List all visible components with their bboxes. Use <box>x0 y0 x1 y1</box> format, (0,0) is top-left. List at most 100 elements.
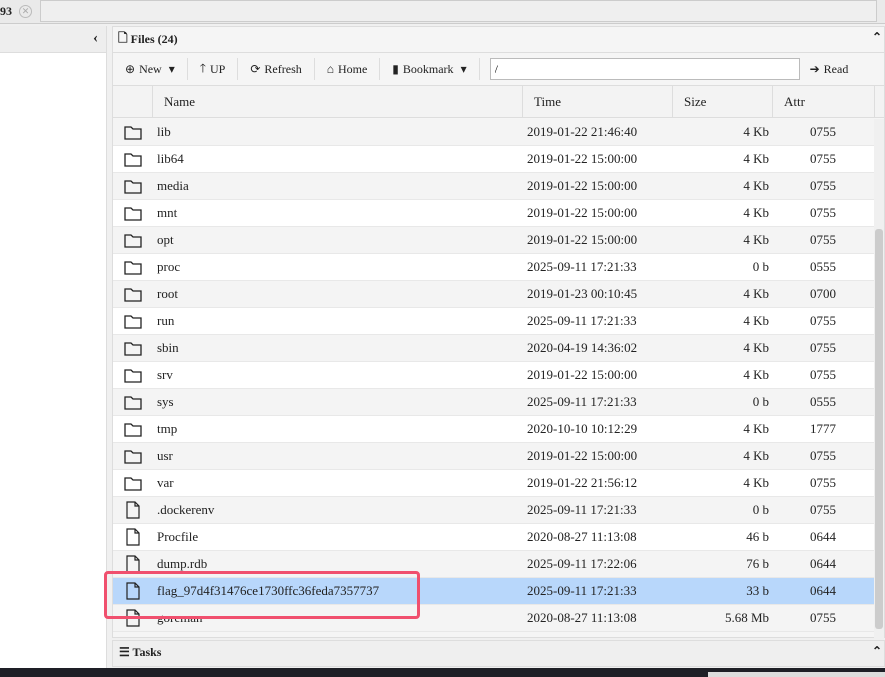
home-label: Home <box>337 61 368 76</box>
file-attr: 1777 <box>810 421 836 436</box>
plus-icon: ⊕ <box>125 61 136 76</box>
folder-icon <box>113 449 153 464</box>
file-icon <box>113 528 153 546</box>
taskbar-item[interactable] <box>708 672 885 677</box>
refresh-button[interactable]: ⟳ Refresh <box>238 58 315 80</box>
file-attr: 0644 <box>810 556 836 571</box>
collapse-icon[interactable]: ‹ <box>0 26 106 53</box>
table-row[interactable]: usr 2019-01-22 15:00:00 4 Kb 0755 <box>113 443 875 470</box>
folder-icon <box>113 341 153 356</box>
file-size: 4 Kb <box>743 232 769 247</box>
file-time: 2020-08-27 11:13:08 <box>527 610 637 625</box>
file-attr: 0644 <box>810 583 836 598</box>
table-row[interactable]: .dockerenv 2025-09-11 17:21:33 0 b 0755 <box>113 497 875 524</box>
folder-icon <box>113 422 153 437</box>
chevron-up-icon[interactable]: ⌃ <box>872 30 882 45</box>
file-size: 33 b <box>746 583 769 598</box>
file-attr: 0755 <box>810 610 836 625</box>
folder-icon <box>113 314 153 329</box>
new-button[interactable]: ⊕ New ▾ <box>113 58 188 80</box>
caret-down-icon: ▾ <box>457 61 467 76</box>
file-name: sys <box>157 394 174 409</box>
close-icon[interactable]: ✕ <box>19 5 32 18</box>
path-input[interactable] <box>489 58 800 80</box>
col-attr[interactable]: Attr <box>773 86 875 117</box>
chevron-up-icon[interactable]: ⌃ <box>872 644 882 659</box>
table-row[interactable]: sbin 2020-04-19 14:36:02 4 Kb 0755 <box>113 335 875 362</box>
arrow-up-icon: 🡑 <box>199 60 207 75</box>
table-row[interactable]: root 2019-01-23 00:10:45 4 Kb 0700 <box>113 281 875 308</box>
folder-icon <box>113 206 153 221</box>
tab-bar: 93 ✕ <box>0 0 885 24</box>
tasks-title: Tasks <box>132 645 162 659</box>
scrollbar-thumb[interactable] <box>875 229 883 629</box>
file-time: 2019-01-22 15:00:00 <box>527 367 638 382</box>
folder-icon <box>113 179 153 194</box>
file-attr: 0755 <box>810 475 836 490</box>
folder-icon <box>113 395 153 410</box>
tasks-panel[interactable]: ☰ Tasks ⌃ <box>112 640 885 667</box>
table-row[interactable]: Procfile 2020-08-27 11:13:08 46 b 0644 <box>113 524 875 551</box>
file-attr: 0755 <box>810 232 836 247</box>
file-time: 2025-09-11 17:21:33 <box>527 394 637 409</box>
file-attr: 0755 <box>810 502 836 517</box>
file-size: 4 Kb <box>743 340 769 355</box>
home-button[interactable]: ⌂ Home <box>315 58 381 80</box>
file-time: 2019-01-23 00:10:45 <box>527 286 638 301</box>
toolbar: ⊕New ▾ 🡑UP ⟳Refresh ⌂Home ▮Bookmark ▾ ➔R… <box>113 52 884 86</box>
file-name: run <box>157 313 175 328</box>
read-button[interactable]: ➔ Read <box>810 62 849 77</box>
file-size: 0 b <box>752 394 769 409</box>
file-size: 4 Kb <box>743 178 769 193</box>
file-name: root <box>157 286 178 301</box>
table-row[interactable]: media 2019-01-22 15:00:00 4 Kb 0755 <box>113 173 875 200</box>
file-time: 2020-10-10 10:12:29 <box>527 421 638 436</box>
caret-down-icon: ▾ <box>165 61 175 76</box>
table-row[interactable]: var 2019-01-22 21:56:12 4 Kb 0755 <box>113 470 875 497</box>
table-row[interactable]: run 2025-09-11 17:21:33 4 Kb 0755 <box>113 308 875 335</box>
file-attr: 0755 <box>810 340 836 355</box>
folder-icon <box>113 260 153 275</box>
col-name[interactable]: Name <box>153 86 523 117</box>
table-row[interactable]: sys 2025-09-11 17:21:33 0 b 0555 <box>113 389 875 416</box>
file-size: 76 b <box>746 556 769 571</box>
table-row[interactable]: tmp 2020-10-10 10:12:29 4 Kb 1777 <box>113 416 875 443</box>
file-attr: 0755 <box>810 151 836 166</box>
col-time[interactable]: Time <box>523 86 673 117</box>
up-button[interactable]: 🡑 UP <box>188 58 239 80</box>
table-row[interactable]: srv 2019-01-22 15:00:00 4 Kb 0755 <box>113 362 875 389</box>
file-size: 4 Kb <box>743 124 769 139</box>
file-attr: 0555 <box>810 259 836 274</box>
tab[interactable]: 93 ✕ <box>0 0 40 23</box>
table-row[interactable]: lib64 2019-01-22 15:00:00 4 Kb 0755 <box>113 146 875 173</box>
file-time: 2025-09-11 17:21:33 <box>527 583 637 598</box>
file-attr: 0755 <box>810 124 836 139</box>
bookmark-button[interactable]: ▮ Bookmark ▾ <box>380 58 480 80</box>
file-time: 2025-09-11 17:21:33 <box>527 313 637 328</box>
file-size: 0 b <box>752 259 769 274</box>
scrollbar[interactable] <box>874 119 884 639</box>
table-row[interactable]: proc 2025-09-11 17:21:33 0 b 0555 <box>113 254 875 281</box>
up-label: UP <box>210 61 226 76</box>
highlight-box <box>104 571 420 619</box>
file-size: 4 Kb <box>743 313 769 328</box>
file-name: opt <box>157 232 174 247</box>
table-row[interactable]: lib 2019-01-22 21:46:40 4 Kb 0755 <box>113 119 875 146</box>
file-attr: 0755 <box>810 205 836 220</box>
file-size: 4 Kb <box>743 421 769 436</box>
file-size: 46 b <box>746 529 769 544</box>
file-size: 4 Kb <box>743 367 769 382</box>
col-size[interactable]: Size <box>673 86 773 117</box>
refresh-icon: ⟳ <box>250 61 261 76</box>
table-row[interactable]: mnt 2019-01-22 15:00:00 4 Kb 0755 <box>113 200 875 227</box>
file-size: 0 b <box>752 502 769 517</box>
table-row[interactable]: opt 2019-01-22 15:00:00 4 Kb 0755 <box>113 227 875 254</box>
col-icon <box>113 86 153 117</box>
table-header: Name Time Size Attr <box>113 86 884 118</box>
bookmark-icon: ▮ <box>392 61 399 76</box>
file-time: 2025-09-11 17:22:06 <box>527 556 637 571</box>
file-time: 2025-09-11 17:21:33 <box>527 259 637 274</box>
file-name: usr <box>157 448 173 463</box>
tab-label: 93 <box>0 4 12 18</box>
file-time: 2020-08-27 11:13:08 <box>527 529 637 544</box>
